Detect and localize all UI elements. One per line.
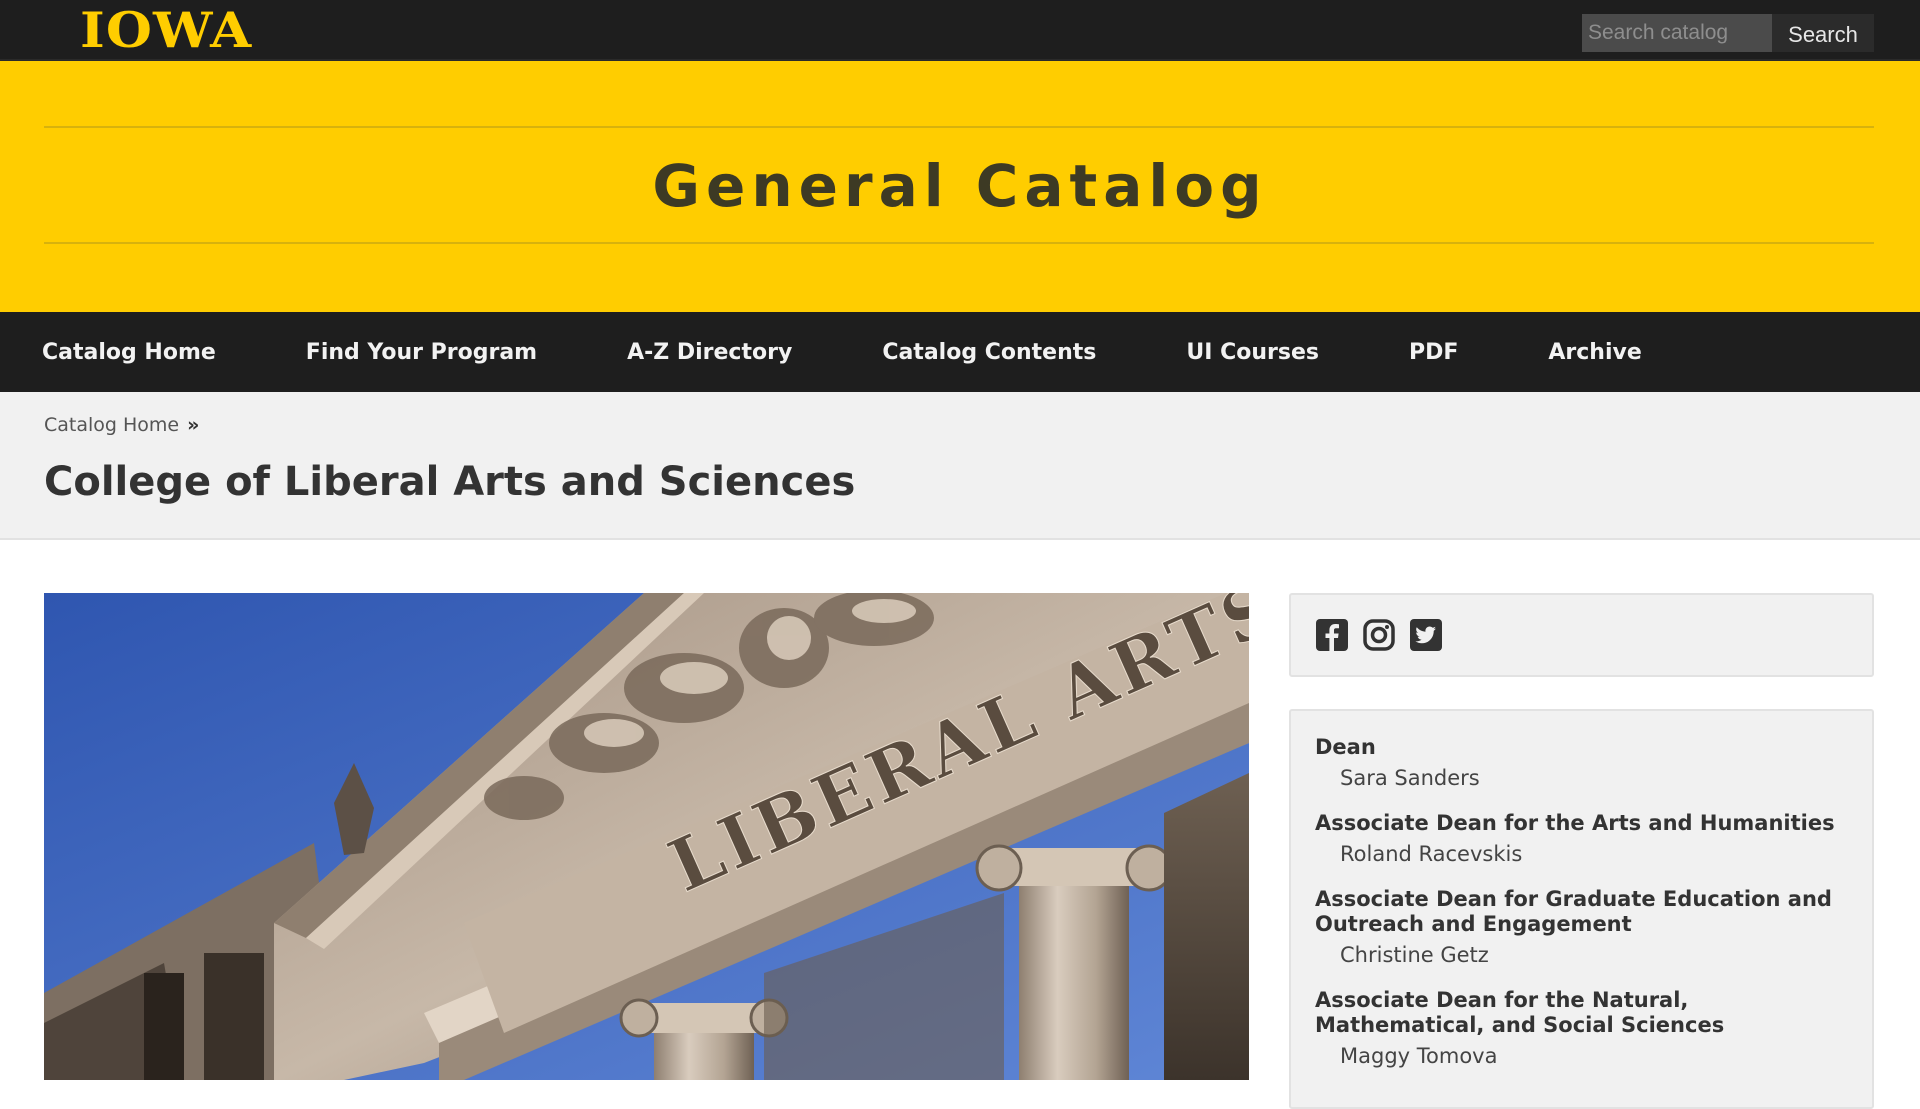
- hero-image: LIBERAL ARTS: [44, 593, 1249, 1080]
- search-button[interactable]: Search: [1772, 14, 1874, 52]
- search-input[interactable]: [1582, 14, 1772, 52]
- dean-entry: Associate Dean for the Natural, Mathemat…: [1315, 988, 1848, 1071]
- banner-top-rule: [44, 126, 1874, 128]
- top-bar: IOWA Search: [0, 0, 1920, 61]
- site-title[interactable]: General Catalog: [0, 151, 1920, 221]
- breadcrumb-catalog-home[interactable]: Catalog Home: [44, 414, 179, 436]
- nav-find-your-program[interactable]: Find Your Program: [306, 340, 537, 365]
- page-header: Catalog Home » College of Liberal Arts an…: [0, 392, 1920, 540]
- dean-role: Associate Dean for the Natural, Mathemat…: [1315, 988, 1725, 1037]
- dean-role: Associate Dean for Graduate Education an…: [1315, 887, 1832, 936]
- instagram-icon[interactable]: [1362, 618, 1396, 652]
- catalog-banner: General Catalog: [0, 61, 1920, 312]
- nav-pdf[interactable]: PDF: [1409, 340, 1458, 365]
- dean-entry: Associate Dean for the Arts and Humaniti…: [1315, 811, 1848, 869]
- dean-name: Roland Racevskis: [1340, 842, 1523, 866]
- dean-name: Maggy Tomova: [1340, 1044, 1498, 1068]
- twitter-icon[interactable]: [1409, 618, 1443, 652]
- page-title: College of Liberal Arts and Sciences: [44, 459, 856, 505]
- iowa-logo[interactable]: IOWA: [80, 3, 252, 57]
- dean-role: Dean: [1315, 735, 1376, 759]
- nav-ui-courses[interactable]: UI Courses: [1186, 340, 1319, 365]
- breadcrumb-separator: »: [187, 414, 200, 436]
- dean-entry: Associate Dean for Graduate Education an…: [1315, 887, 1848, 970]
- social-links: [1289, 593, 1874, 677]
- dean-entry: Dean Sara Sanders: [1315, 735, 1848, 793]
- nav-archive[interactable]: Archive: [1548, 340, 1641, 365]
- dean-list: Dean Sara Sanders Associate Dean for the…: [1289, 709, 1874, 1109]
- main-nav: Catalog Home Find Your Program A-Z Direc…: [0, 312, 1920, 392]
- nav-a-z-directory[interactable]: A-Z Directory: [627, 340, 792, 365]
- nav-catalog-contents[interactable]: Catalog Contents: [882, 340, 1096, 365]
- dean-name: Christine Getz: [1340, 943, 1489, 967]
- banner-bottom-rule: [44, 242, 1874, 244]
- liberal-arts-building-photo: LIBERAL ARTS: [44, 593, 1249, 1080]
- facebook-icon[interactable]: [1315, 618, 1349, 652]
- dean-name: Sara Sanders: [1340, 766, 1480, 790]
- breadcrumb: Catalog Home »: [44, 414, 199, 436]
- search-form: Search: [1582, 14, 1874, 52]
- nav-catalog-home[interactable]: Catalog Home: [42, 340, 216, 365]
- dean-role: Associate Dean for the Arts and Humaniti…: [1315, 811, 1835, 835]
